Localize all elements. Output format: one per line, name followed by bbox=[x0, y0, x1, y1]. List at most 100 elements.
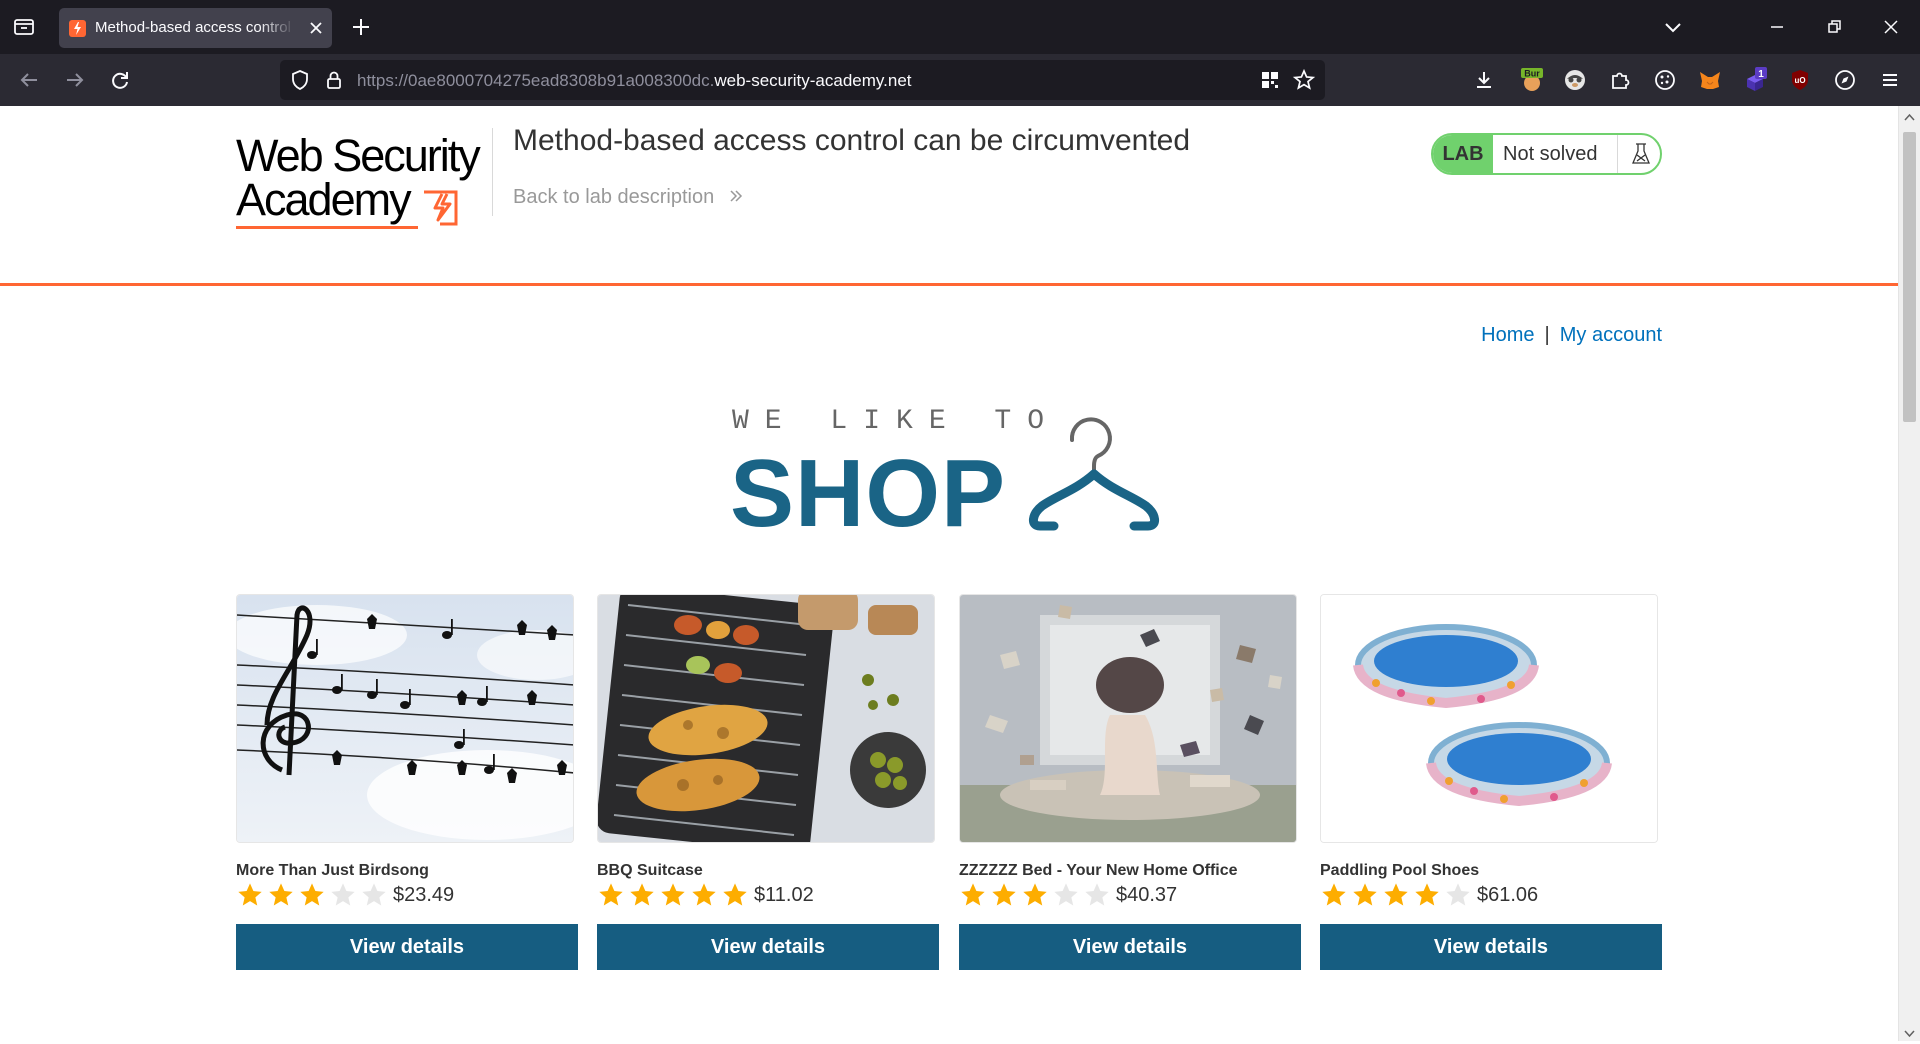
burp-extension-icon[interactable]: Bur bbox=[1519, 67, 1545, 93]
star-empty-icon bbox=[360, 881, 388, 909]
hanger-icon bbox=[1029, 417, 1159, 531]
product-card: BBQ Suitcase $11.02 View details bbox=[597, 594, 939, 970]
star-empty-icon bbox=[1052, 881, 1080, 909]
back-to-lab-description-link[interactable]: Back to lab description bbox=[513, 186, 744, 209]
star-filled-icon bbox=[659, 881, 687, 909]
star-empty-icon bbox=[1083, 881, 1111, 909]
close-icon[interactable] bbox=[306, 18, 326, 38]
url-domain: web-security-academy.net bbox=[714, 71, 912, 90]
star-empty-icon bbox=[329, 881, 357, 909]
bed-books-image[interactable] bbox=[959, 594, 1297, 843]
bbq-grill-image[interactable] bbox=[597, 594, 935, 843]
double-chevron-right-icon bbox=[730, 190, 742, 202]
lightning-logo-icon bbox=[424, 190, 458, 226]
purple-extension-badge: 1 bbox=[1758, 69, 1764, 80]
page-scrollbar[interactable] bbox=[1898, 106, 1920, 1041]
lab-status-widget: LAB Not solved bbox=[1431, 133, 1662, 175]
web-security-academy-logo[interactable]: Web Security Academy bbox=[236, 126, 486, 230]
url-text[interactable]: https://0ae8000704275ead8308b91a008300dc… bbox=[357, 71, 912, 91]
reload-icon[interactable] bbox=[108, 68, 132, 92]
lab-status-text: Not solved bbox=[1503, 143, 1598, 165]
puzzle-extension-icon[interactable] bbox=[1607, 67, 1633, 93]
star-filled-icon bbox=[1351, 881, 1379, 909]
lock-icon[interactable] bbox=[322, 68, 346, 92]
view-details-button[interactable]: View details bbox=[959, 924, 1301, 970]
ublock-origin-icon[interactable]: uO bbox=[1787, 67, 1813, 93]
paddling-pools-image[interactable] bbox=[1320, 594, 1658, 843]
star-filled-icon bbox=[721, 881, 749, 909]
scroll-down-arrow-icon[interactable] bbox=[1904, 1026, 1915, 1038]
product-price: $23.49 bbox=[393, 884, 455, 906]
product-card: More Than Just Birdsong $23.49 View deta… bbox=[236, 594, 578, 970]
bookmark-star-icon[interactable] bbox=[1292, 68, 1316, 92]
burp-extension-label: Bur bbox=[1524, 69, 1540, 79]
close-window-icon[interactable] bbox=[1879, 15, 1903, 39]
back-arrow-icon[interactable] bbox=[17, 68, 41, 92]
cookie-editor-icon[interactable] bbox=[1652, 67, 1678, 93]
view-details-button[interactable]: View details bbox=[597, 924, 939, 970]
view-details-button[interactable]: View details bbox=[1320, 924, 1662, 970]
tab-list-icon[interactable] bbox=[12, 15, 36, 39]
product-price: $40.37 bbox=[1116, 884, 1178, 906]
new-tab-plus-icon[interactable] bbox=[349, 15, 373, 39]
purple-extension-icon[interactable]: 1 bbox=[1742, 67, 1768, 93]
star-filled-icon bbox=[1021, 881, 1049, 909]
star-filled-icon bbox=[267, 881, 295, 909]
my-account-link[interactable]: My account bbox=[1560, 324, 1662, 346]
top-nav-links: Home | My account bbox=[1481, 324, 1662, 347]
qr-code-icon[interactable] bbox=[1258, 68, 1282, 92]
flask-icon bbox=[1617, 135, 1660, 173]
url-bar[interactable]: https://0ae8000704275ead8308b91a008300dc… bbox=[280, 60, 1325, 100]
minimize-window-icon[interactable] bbox=[1765, 15, 1789, 39]
view-details-button[interactable]: View details bbox=[236, 924, 578, 970]
nav-separator: | bbox=[1544, 324, 1550, 346]
star-filled-icon bbox=[690, 881, 718, 909]
star-filled-icon bbox=[990, 881, 1018, 909]
banner-tagline: WE LIKE TO bbox=[732, 406, 1061, 437]
product-card: Paddling Pool Shoes $61.06 View details bbox=[1320, 594, 1662, 970]
product-price: $61.06 bbox=[1477, 884, 1539, 906]
star-filled-icon bbox=[959, 881, 987, 909]
star-filled-icon bbox=[298, 881, 326, 909]
home-link[interactable]: Home bbox=[1481, 324, 1534, 346]
ublock-origin-label: uO bbox=[1794, 76, 1805, 85]
product-name: ZZZZZZ Bed - Your New Home Office bbox=[959, 862, 1238, 879]
portswigger-favicon-icon bbox=[69, 20, 86, 37]
privacy-badger-icon[interactable] bbox=[1562, 67, 1588, 93]
page-content: Web Security Academy Method-based access… bbox=[0, 106, 1898, 1041]
star-filled-icon bbox=[1413, 881, 1441, 909]
lab-header: Web Security Academy Method-based access… bbox=[0, 106, 1898, 286]
product-name: More Than Just Birdsong bbox=[236, 862, 429, 879]
scroll-up-arrow-icon[interactable] bbox=[1904, 110, 1915, 121]
star-filled-icon bbox=[1320, 881, 1348, 909]
shop-banner: WE LIKE TO SHOP bbox=[730, 406, 1170, 544]
star-filled-icon bbox=[628, 881, 656, 909]
banner-shop-word: SHOP bbox=[730, 440, 1007, 547]
shield-icon[interactable] bbox=[288, 68, 312, 92]
product-price: $11.02 bbox=[754, 884, 814, 906]
star-filled-icon bbox=[1382, 881, 1410, 909]
hamburger-menu-icon[interactable] bbox=[1878, 68, 1902, 92]
lab-badge: LAB bbox=[1433, 135, 1493, 173]
metamask-fox-icon[interactable] bbox=[1697, 67, 1723, 93]
product-card: ZZZZZZ Bed - Your New Home Office $40.37… bbox=[959, 594, 1301, 970]
logo-underline bbox=[236, 226, 418, 229]
back-link-label: Back to lab description bbox=[513, 186, 715, 208]
star-empty-icon bbox=[1444, 881, 1472, 909]
restore-window-icon[interactable] bbox=[1822, 15, 1846, 39]
header-divider bbox=[492, 128, 493, 216]
browser-tab-bar: Method-based access control can be circu… bbox=[0, 0, 1920, 54]
product-name: Paddling Pool Shoes bbox=[1320, 862, 1480, 879]
browser-nav-bar: https://0ae8000704275ead8308b91a008300dc… bbox=[0, 54, 1920, 106]
chevron-down-icon[interactable] bbox=[1661, 15, 1685, 39]
birdsong-music-image[interactable] bbox=[236, 594, 574, 843]
download-icon[interactable] bbox=[1472, 68, 1496, 92]
star-filled-icon bbox=[236, 881, 264, 909]
scrollbar-thumb[interactable] bbox=[1903, 132, 1916, 422]
product-name: BBQ Suitcase bbox=[597, 862, 703, 879]
browser-tab-active[interactable]: Method-based access control can be circu… bbox=[59, 8, 332, 48]
compass-extension-icon[interactable] bbox=[1832, 67, 1858, 93]
logo-line-1: Web Security bbox=[236, 130, 481, 181]
forward-arrow-icon[interactable] bbox=[63, 68, 87, 92]
tab-title: Method-based access control can be circu… bbox=[95, 19, 295, 36]
